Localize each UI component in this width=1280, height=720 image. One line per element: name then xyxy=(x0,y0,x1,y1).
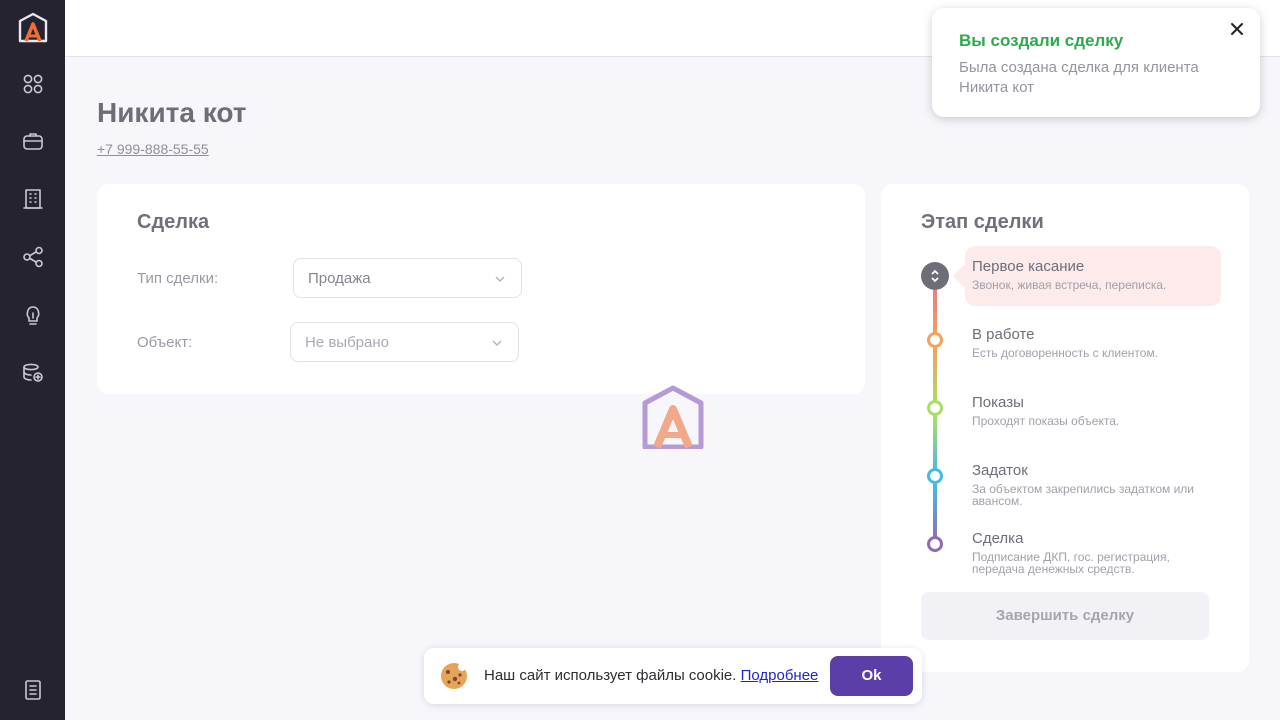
toast-notification: Вы создали сделку Была создана сделка дл… xyxy=(932,8,1260,117)
timeline-segment xyxy=(933,484,937,544)
stage-description: Звонок, живая встреча, переписка. xyxy=(972,278,1167,292)
chevron-down-icon xyxy=(492,340,502,346)
stage-title: В работе xyxy=(972,326,1035,343)
stage-showings[interactable]: Показы Проходят показы объекта. xyxy=(972,394,1212,427)
object-placeholder: Не выбрано xyxy=(305,334,389,351)
share-icon xyxy=(23,246,43,268)
stage-dot-deal[interactable] xyxy=(927,536,943,552)
stage-deal[interactable]: Сделка Подписание ДКП, гос. регистрация,… xyxy=(972,530,1212,575)
cookie-ok-button[interactable]: Ok xyxy=(830,656,913,696)
nav-database[interactable] xyxy=(20,360,46,386)
cookie-more-link[interactable]: Подробнее xyxy=(741,667,819,684)
stage-dot-showings[interactable] xyxy=(927,400,943,416)
stage-description: За объектом закрепились задатком или ава… xyxy=(972,482,1194,508)
grid-icon xyxy=(23,74,43,94)
stage-first-contact[interactable]: Первое касание Звонок, живая встреча, пе… xyxy=(972,258,1212,291)
client-phone-link[interactable]: +7 999-888-55-55 xyxy=(97,141,209,157)
stage-in-work[interactable]: В работе Есть договоренность с клиентом. xyxy=(972,326,1212,359)
nav-network[interactable] xyxy=(20,244,46,270)
toast-body: Была создана сделка для клиента Никита к… xyxy=(959,59,1199,96)
nav-dashboard[interactable] xyxy=(20,71,46,97)
cookie-text-row: Наш сайт использует файлы cookie. Подроб… xyxy=(484,667,818,684)
client-name: Никита кот xyxy=(97,97,247,128)
stage-card-title: Этап сделки xyxy=(921,211,1044,233)
current-stage-marker[interactable] xyxy=(921,262,949,290)
logo-icon[interactable] xyxy=(17,12,49,44)
deal-type-value: Продажа xyxy=(308,270,371,287)
cookie-message: Наш сайт использует файлы cookie. xyxy=(484,667,737,684)
deal-card-title: Сделка xyxy=(137,211,210,233)
document-icon xyxy=(25,680,41,700)
stage-title: Задаток xyxy=(972,462,1028,479)
lightbulb-icon xyxy=(26,306,40,325)
timeline-segment xyxy=(933,348,937,408)
stage-dot-in-work[interactable] xyxy=(927,332,943,348)
nav-objects[interactable] xyxy=(20,186,46,212)
nav-docs[interactable] xyxy=(20,677,46,703)
deal-type-label: Тип сделки: xyxy=(137,270,219,287)
nav-deals[interactable] xyxy=(20,128,46,154)
deal-card: Сделка Тип сделки: Продажа Объект: Не вы… xyxy=(97,184,865,394)
nav-ideas[interactable] xyxy=(20,302,46,328)
finish-deal-button[interactable]: Завершить сделку xyxy=(921,592,1209,640)
object-select[interactable]: Не выбрано xyxy=(290,322,519,362)
chevron-up-down-icon xyxy=(931,269,939,283)
stage-description: Подписание ДКП, гос. регистрация, переда… xyxy=(972,550,1170,576)
briefcase-icon xyxy=(23,133,43,150)
sidebar xyxy=(0,0,65,720)
toast-title: Вы создали сделку xyxy=(959,31,1124,50)
stage-title: Первое касание xyxy=(972,258,1085,275)
chevron-down-icon xyxy=(495,276,505,282)
deal-stage-card: Этап сделки Первое касание Звонок, живая… xyxy=(881,184,1249,672)
building-icon xyxy=(23,189,43,209)
stage-description: Есть договоренность с клиентом. xyxy=(972,346,1159,360)
timeline-segment xyxy=(933,416,937,476)
close-icon[interactable] xyxy=(1228,20,1246,38)
cookie-banner: Наш сайт использует файлы cookie. Подроб… xyxy=(424,648,922,704)
database-icon xyxy=(23,363,43,382)
deal-type-select[interactable]: Продажа xyxy=(293,258,522,298)
stage-title: Сделка xyxy=(972,530,1024,547)
stage-description: Проходят показы объекта. xyxy=(972,414,1120,428)
stage-deposit[interactable]: Задаток За объектом закрепились задатком… xyxy=(972,462,1212,507)
stage-dot-deposit[interactable] xyxy=(927,468,943,484)
object-label: Объект: xyxy=(137,334,193,351)
stage-title: Показы xyxy=(972,394,1024,411)
cookie-icon xyxy=(441,663,467,689)
loading-logo-icon xyxy=(642,385,704,449)
